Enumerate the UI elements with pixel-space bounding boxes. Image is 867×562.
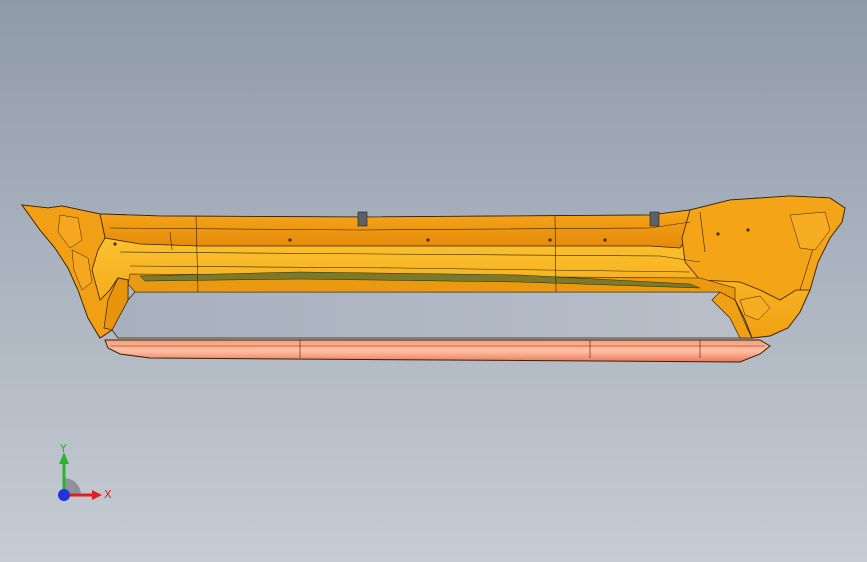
orientation-triad[interactable]: Y X <box>40 440 120 520</box>
triad-y-label: Y <box>59 442 67 455</box>
clip-tab-left <box>357 211 368 227</box>
triad-z-axis-icon <box>58 489 70 501</box>
graphics-viewport[interactable]: Y X <box>0 0 867 562</box>
clip-tab-right <box>649 211 660 227</box>
triad-x-label: X <box>104 488 112 501</box>
triad-x-arrow-icon <box>92 490 102 500</box>
grille-opening <box>111 291 753 339</box>
bumper-model[interactable] <box>0 0 867 562</box>
lower-lip <box>104 339 771 363</box>
